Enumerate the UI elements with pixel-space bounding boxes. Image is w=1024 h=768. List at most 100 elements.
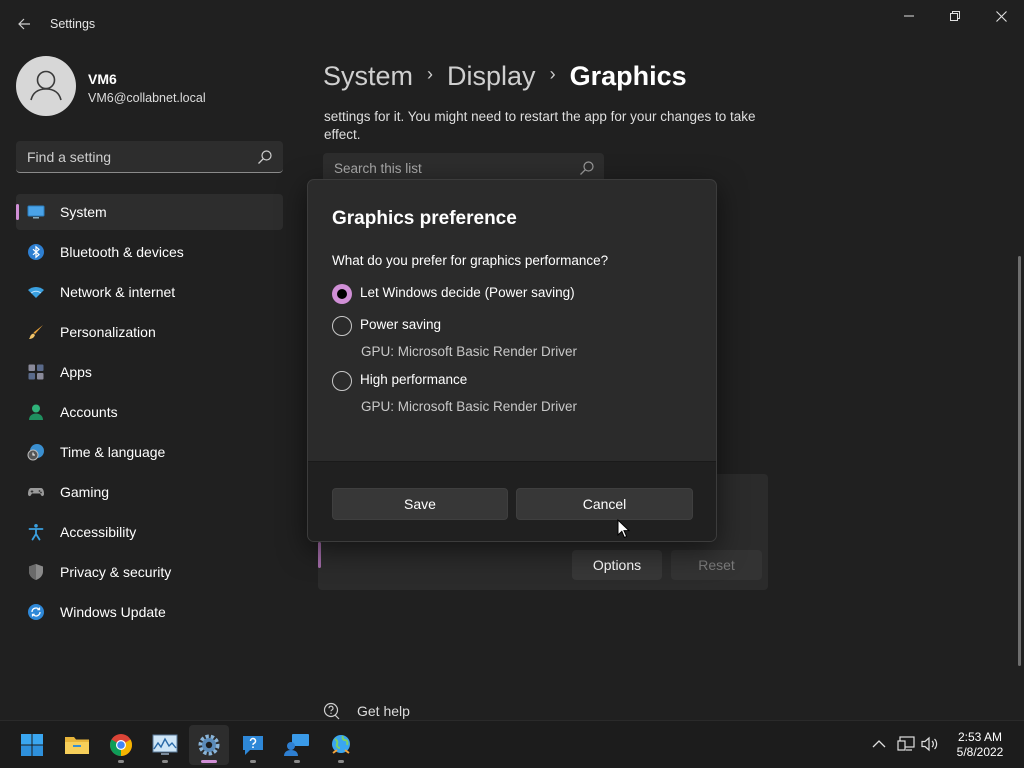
running-indicator	[294, 760, 300, 763]
sidebar-item-network[interactable]: Network & internet	[16, 274, 283, 310]
performance-monitor-icon	[152, 734, 178, 755]
gamepad-icon	[28, 488, 44, 497]
sidebar-item-time-language[interactable]: Time & language	[16, 434, 283, 470]
radio-button[interactable]	[332, 371, 352, 391]
back-button[interactable]	[12, 10, 36, 38]
breadcrumb: System › Display › Graphics	[323, 58, 687, 94]
page-title: Graphics	[569, 60, 687, 91]
radio-label: High performance	[360, 372, 468, 387]
app-title: Settings	[50, 17, 96, 31]
chevron-up-icon	[872, 740, 886, 748]
find-setting-input[interactable]	[16, 141, 256, 172]
sidebar-item-privacy[interactable]: Privacy & security	[16, 554, 283, 590]
graphics-preference-dialog: Graphics preference What do you prefer f…	[307, 179, 717, 542]
running-indicator	[250, 760, 256, 763]
chevron-right-icon: ›	[427, 63, 434, 84]
speaker-icon	[921, 736, 938, 752]
sidebar-item-label: Windows Update	[60, 604, 166, 620]
sidebar-item-apps[interactable]: Apps	[16, 354, 283, 390]
gpu-info-high-performance: GPU: Microsoft Basic Render Driver	[361, 399, 578, 414]
apps-icon	[28, 364, 44, 380]
network-wired-icon	[897, 736, 915, 751]
globe-network-icon	[332, 735, 350, 754]
taskbar-performance-monitor[interactable]	[145, 725, 185, 765]
radio-button-checked[interactable]	[332, 284, 352, 304]
dialog-title: Graphics preference	[332, 208, 517, 229]
start-button[interactable]	[12, 725, 52, 765]
taskbar-file-explorer[interactable]	[57, 725, 97, 765]
taskbar-network-app[interactable]	[321, 725, 361, 765]
shield-icon	[29, 564, 43, 580]
running-indicator	[118, 760, 124, 763]
sidebar-item-personalization[interactable]: Personalization	[16, 314, 283, 350]
breadcrumb-display[interactable]: Display	[447, 61, 536, 92]
sidebar-item-windows-update[interactable]: Windows Update	[16, 594, 283, 630]
title-bar: Settings	[0, 0, 1024, 48]
find-setting-search[interactable]	[16, 141, 283, 173]
sidebar-item-label: Bluetooth & devices	[60, 244, 184, 260]
get-help-link[interactable]: Get help	[323, 700, 410, 722]
reset-button[interactable]: Reset	[671, 550, 762, 580]
sidebar-item-label: Accessibility	[60, 524, 137, 540]
app-item-accent-bar	[318, 542, 321, 568]
display-icon	[27, 205, 45, 219]
settings-icon	[198, 734, 220, 756]
search-icon[interactable]	[257, 149, 273, 165]
bluetooth-icon	[28, 244, 44, 260]
radio-label: Let Windows decide (Power saving)	[360, 285, 575, 300]
sidebar-item-label: Gaming	[60, 484, 110, 500]
sidebar-item-system[interactable]: System	[16, 194, 283, 230]
volume-tray-button[interactable]	[921, 735, 939, 753]
minimize-button[interactable]	[886, 0, 932, 32]
sidebar-item-label: System	[60, 204, 107, 220]
clock-time: 2:53 AM	[957, 730, 1003, 744]
search-icon[interactable]	[579, 160, 595, 176]
clock-globe-icon	[27, 444, 44, 461]
taskbar-chrome[interactable]	[101, 725, 141, 765]
mouse-pointer-icon	[617, 519, 631, 539]
person-icon	[29, 404, 43, 420]
sidebar-item-label: Accounts	[60, 404, 118, 420]
close-button[interactable]	[978, 0, 1024, 32]
sidebar-item-label: Privacy & security	[60, 564, 172, 580]
sidebar-item-gaming[interactable]: Gaming	[16, 474, 283, 510]
user-email: VM6@collabnet.local	[88, 91, 206, 105]
get-help-label: Get help	[357, 703, 410, 719]
taskbar-remote-desktop[interactable]	[277, 725, 317, 765]
update-icon	[28, 604, 44, 620]
gpu-info-power-saving: GPU: Microsoft Basic Render Driver	[361, 344, 578, 359]
running-indicator	[162, 760, 168, 763]
radio-let-windows-decide[interactable]: Let Windows decide (Power saving)	[332, 283, 575, 305]
sidebar-nav: System Bluetooth & devices Network & int…	[16, 194, 283, 634]
sidebar-item-label: Network & internet	[60, 284, 176, 300]
taskbar-get-help[interactable]	[233, 725, 273, 765]
scrollbar[interactable]	[1018, 256, 1021, 666]
save-button[interactable]: Save	[332, 488, 508, 520]
windows-start-icon	[21, 734, 43, 756]
close-icon	[995, 10, 1007, 22]
radio-high-performance[interactable]: High performance	[332, 370, 467, 392]
brush-icon	[29, 325, 43, 339]
dialog-question: What do you prefer for graphics performa…	[332, 253, 609, 268]
cancel-button[interactable]: Cancel	[516, 488, 693, 520]
remote-desktop-icon	[284, 734, 309, 756]
file-explorer-icon	[65, 737, 89, 754]
network-tray-button[interactable]	[897, 735, 915, 753]
avatar	[16, 56, 76, 116]
sidebar-item-accounts[interactable]: Accounts	[16, 394, 283, 430]
chrome-icon	[110, 734, 132, 756]
breadcrumb-system[interactable]: System	[323, 61, 413, 92]
sidebar-item-label: Personalization	[60, 324, 156, 340]
sidebar-item-bluetooth[interactable]: Bluetooth & devices	[16, 234, 283, 270]
radio-label: Power saving	[360, 317, 442, 332]
help-icon	[243, 736, 263, 755]
radio-power-saving[interactable]: Power saving	[332, 315, 441, 337]
radio-button[interactable]	[332, 316, 352, 336]
taskbar-clock[interactable]: 2:53 AM 5/8/2022	[948, 730, 1012, 760]
show-hidden-icons-button[interactable]	[870, 735, 888, 753]
options-button[interactable]: Options	[572, 550, 662, 580]
taskbar-settings[interactable]	[189, 725, 229, 765]
clock-date: 5/8/2022	[956, 745, 1004, 759]
restore-button[interactable]	[932, 0, 978, 32]
sidebar-item-accessibility[interactable]: Accessibility	[16, 514, 283, 550]
